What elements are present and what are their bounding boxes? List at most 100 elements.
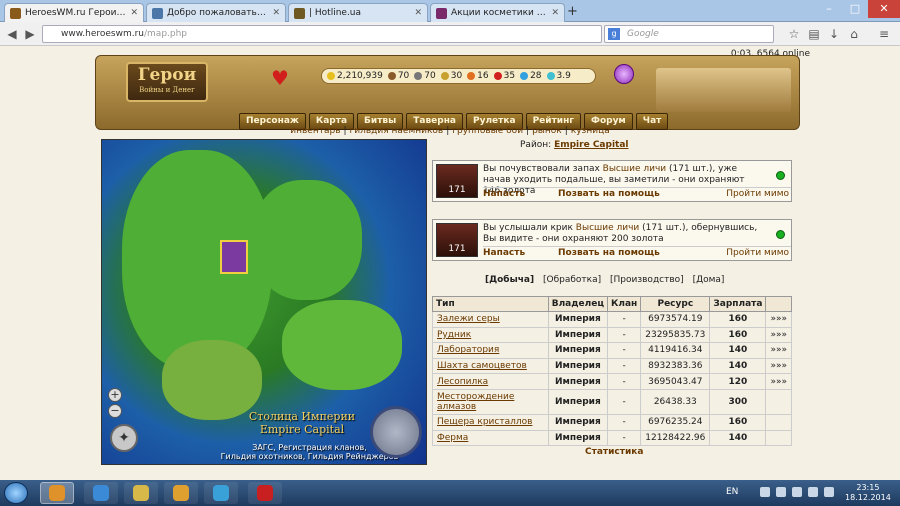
tab-vk[interactable]: Добро пожаловать | ВКон... ✕ <box>146 3 286 22</box>
empire-capital-castle[interactable] <box>220 240 248 274</box>
new-tab-button[interactable]: + <box>567 4 578 19</box>
address-bar[interactable]: www.heroeswm.ru/map.php <box>42 25 602 43</box>
back-arrow-icon[interactable]: ◀ <box>4 26 20 42</box>
salary-cell: 120 <box>709 373 767 390</box>
taskbar-app[interactable] <box>204 482 238 504</box>
tab-hotline[interactable]: | Hotline.ua ✕ <box>288 3 428 22</box>
tab-mining[interactable]: [Добыча] <box>485 275 534 285</box>
page-content: 0:03, 6564 online Герои Войны и Денег ♥ … <box>0 47 900 480</box>
direction-wheel-icon[interactable] <box>370 406 422 458</box>
lich-avatar: 171 <box>436 164 478 198</box>
statistics-link[interactable]: Статистика <box>585 447 643 457</box>
clan-cell: - <box>606 388 642 415</box>
search-input[interactable]: g Google <box>604 25 774 43</box>
call-help-button[interactable]: Позвать на помощь <box>558 189 660 199</box>
details-link[interactable]: »»» <box>765 357 792 375</box>
salary-cell: 160 <box>709 413 767 431</box>
bookmarks-icon[interactable]: ▤ <box>806 26 822 42</box>
monster-link[interactable]: Высшие личи <box>576 223 639 233</box>
close-tab-icon[interactable]: ✕ <box>130 8 138 18</box>
tray-icon[interactable] <box>776 487 786 497</box>
table-row: Лесопилка Империя -3695043.47 120»»» <box>432 373 792 390</box>
submenu-market[interactable]: рынок <box>532 126 562 136</box>
submenu-group-battles[interactable]: групповые бои <box>452 126 523 136</box>
gold-icon <box>327 72 335 80</box>
object-type-link[interactable]: Лесопилка <box>432 373 549 390</box>
close-window-icon[interactable]: ✕ <box>868 0 900 18</box>
tab-title: Добро пожаловать | ВКон... <box>167 8 268 18</box>
pass-by-button[interactable]: Пройти мимо <box>726 189 789 199</box>
minimize-icon[interactable]: – <box>816 0 842 18</box>
maximize-icon[interactable]: □ <box>842 0 868 18</box>
volume-icon[interactable] <box>808 487 818 497</box>
table-row: Залежи серы Империя -6973574.19 160»»» <box>432 311 792 328</box>
call-help-button[interactable]: Позвать на помощь <box>558 248 660 258</box>
taskbar-firefox[interactable] <box>40 482 74 504</box>
logo-subtitle: Войны и Денег <box>139 86 195 94</box>
star-icon[interactable]: ☆ <box>786 26 802 42</box>
attack-button[interactable]: Напасть <box>483 248 558 258</box>
object-type-link[interactable]: Пещера кристаллов <box>432 413 549 431</box>
start-button-icon[interactable] <box>4 482 28 504</box>
close-tab-icon[interactable]: ✕ <box>272 8 280 18</box>
download-icon[interactable]: ↓ <box>826 26 842 42</box>
system-clock[interactable]: 23:15 18.12.2014 <box>845 483 891 503</box>
tray-icon[interactable] <box>760 487 770 497</box>
close-tab-icon[interactable]: ✕ <box>414 8 422 18</box>
folder-icon <box>133 485 149 501</box>
tab-houses[interactable]: [Дома] <box>693 275 725 285</box>
zoom-out-button[interactable]: − <box>108 404 122 418</box>
submenu-mercenary-guild[interactable]: гильдия наёмников <box>350 126 444 136</box>
district-name-link[interactable]: Empire Capital <box>554 140 628 150</box>
resource-cell: 12128422.96 <box>640 429 711 447</box>
col-clan: Клан <box>606 296 642 312</box>
details-link[interactable]: »»» <box>765 373 792 390</box>
app-icon <box>213 485 229 501</box>
taskbar-player[interactable] <box>164 482 198 504</box>
details-link[interactable]: »»» <box>765 326 792 344</box>
close-tab-icon[interactable]: ✕ <box>551 8 559 18</box>
resource-cell: 6976235.24 <box>640 413 711 431</box>
language-indicator[interactable]: EN <box>726 487 738 497</box>
table-row: Ферма Империя -12128422.96 140 <box>432 429 792 447</box>
object-type-link[interactable]: Месторождение алмазов <box>432 388 549 415</box>
menu-icon[interactable]: ≡ <box>876 26 892 42</box>
object-type-link[interactable]: Рудник <box>432 326 549 344</box>
object-type-link[interactable]: Ферма <box>432 429 549 447</box>
potion-icon[interactable] <box>614 64 634 84</box>
salary-cell: 140 <box>709 357 767 375</box>
game-logo[interactable]: Герои Войны и Денег <box>126 62 208 102</box>
details-link[interactable]: »»» <box>765 311 792 328</box>
monster-link[interactable]: Высшие личи <box>603 164 666 174</box>
tab-heroeswm[interactable]: HeroesWM.ru Герои войн... ✕ <box>4 3 144 22</box>
forward-arrow-icon[interactable]: ▶ <box>22 26 38 42</box>
clock-date: 18.12.2014 <box>845 493 891 502</box>
taskbar-app2[interactable] <box>248 482 282 504</box>
pass-by-button[interactable]: Пройти мимо <box>726 248 789 258</box>
details-link[interactable]: »»» <box>765 342 792 359</box>
owner-cell: Империя <box>547 357 609 375</box>
world-map[interactable]: + − ✦ Столица Империи Empire Capital ЗАГ… <box>101 139 427 465</box>
tab-production[interactable]: [Производство] <box>610 275 684 285</box>
tab-processing[interactable]: [Обработка] <box>543 275 601 285</box>
wood-resource: 70 <box>387 71 409 81</box>
zoom-in-button[interactable]: + <box>108 388 122 402</box>
flag-icon[interactable] <box>824 487 834 497</box>
object-type-link[interactable]: Шахта самоцветов <box>432 357 549 375</box>
taskbar-explorer[interactable] <box>124 482 158 504</box>
network-icon[interactable] <box>792 487 802 497</box>
attack-button[interactable]: Напасть <box>483 189 558 199</box>
submenu-inventory[interactable]: инвентарь <box>290 126 340 136</box>
clan-cell: - <box>606 342 642 359</box>
app2-icon <box>257 485 273 501</box>
submenu-forge[interactable]: кузница <box>571 126 610 136</box>
home-icon[interactable]: ⌂ <box>846 26 862 42</box>
mercury-icon <box>440 72 449 80</box>
object-type-link[interactable]: Лаборатория <box>432 342 549 359</box>
object-type-link[interactable]: Залежи серы <box>432 311 549 328</box>
tab-cosmetics[interactable]: Акции косметики и парф... ✕ <box>430 3 565 22</box>
compass-icon[interactable]: ✦ <box>110 424 138 452</box>
district-label: Район: <box>520 140 552 150</box>
crystal-icon <box>493 72 502 80</box>
taskbar-ie[interactable] <box>84 482 118 504</box>
